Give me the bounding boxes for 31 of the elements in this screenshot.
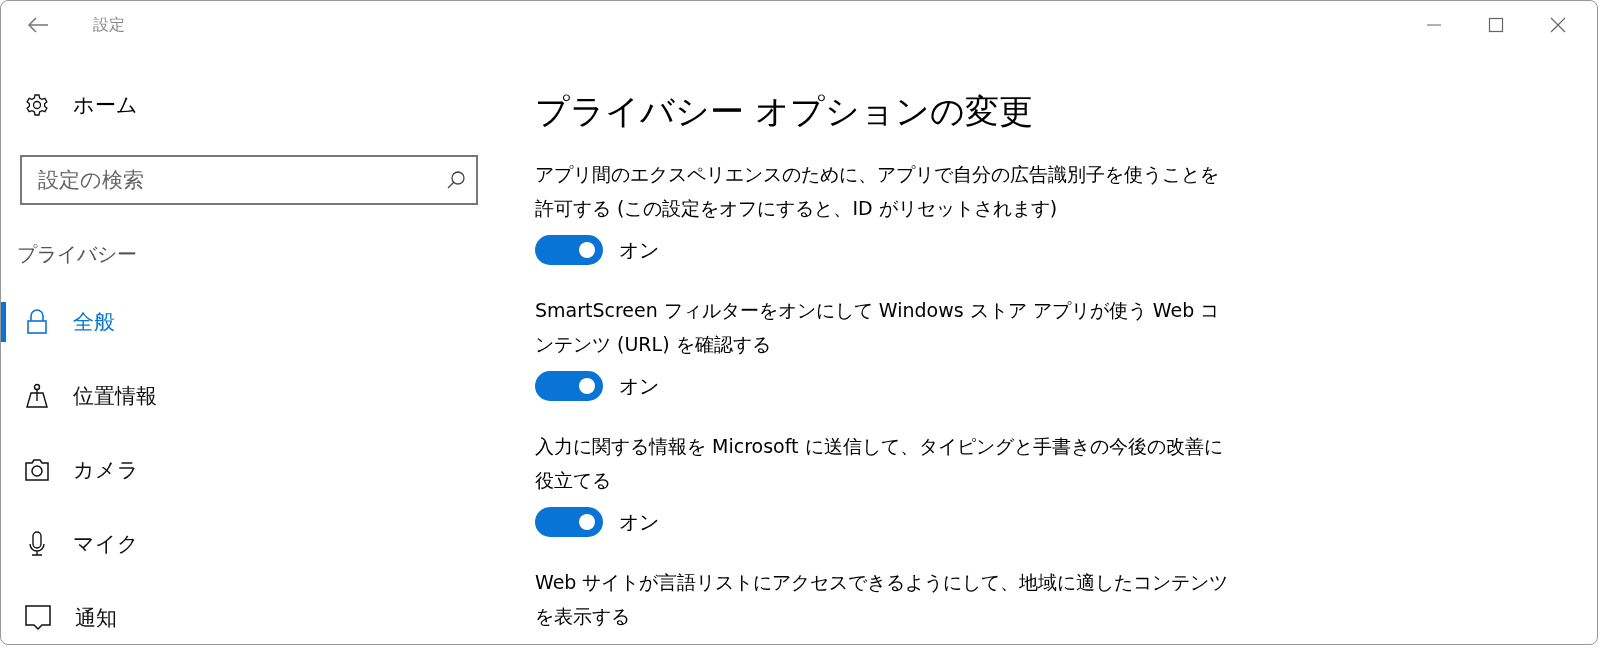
close-icon [1550, 17, 1566, 33]
toggle-switch[interactable] [535, 235, 603, 265]
setting-description: Web サイトが言語リストにアクセスできるようにして、地域に適したコンテンツを表示する [535, 570, 1230, 629]
settings-icon [25, 93, 49, 117]
window-title: 設定 [93, 14, 125, 36]
lock-icon [25, 309, 49, 335]
toggle-switch[interactable] [535, 371, 603, 401]
nav-item[interactable]: 全般 [1, 302, 501, 342]
toggle-state-label: オン [619, 508, 659, 536]
speech-bubble-icon [25, 605, 51, 631]
setting-description: SmartScreen フィルターをオンにして Windows ストア アプリが使う Web コンテンツ (URL) を確認する [535, 298, 1221, 357]
search-icon [446, 170, 466, 190]
map-pin-icon [25, 383, 49, 409]
nav-item[interactable]: 通知 [1, 598, 501, 638]
nav-item[interactable]: マイク [1, 524, 501, 564]
search-field[interactable]: 設定の検索 [20, 155, 478, 205]
toggle-state-label: オン [619, 236, 659, 264]
toggle-state-label: オン [619, 372, 659, 400]
page-title: プライバシー オプションの変更 [535, 90, 1034, 133]
setting-description: 入力に関する情報を Microsoft に送信して、タイピングと手書きの今後の改善に役立てる [535, 434, 1224, 493]
toggle-switch[interactable] [535, 507, 603, 537]
nav-item[interactable]: 位置情報 [1, 376, 501, 416]
nav-item[interactable]: カメラ [1, 450, 501, 490]
section-heading: プライバシー [17, 241, 138, 268]
minimize-icon [1426, 24, 1442, 26]
back-arrow-icon [27, 17, 49, 33]
home-link[interactable]: ホーム [25, 91, 138, 119]
back-button[interactable] [27, 15, 51, 35]
camera-icon [25, 459, 49, 481]
setting-description: アプリ間のエクスペリエンスのために、アプリで自分の広告識別子を使うことを許可する (この設定をオフにすると、ID がリセットされます) [535, 162, 1220, 221]
maximize-icon [1488, 17, 1504, 33]
